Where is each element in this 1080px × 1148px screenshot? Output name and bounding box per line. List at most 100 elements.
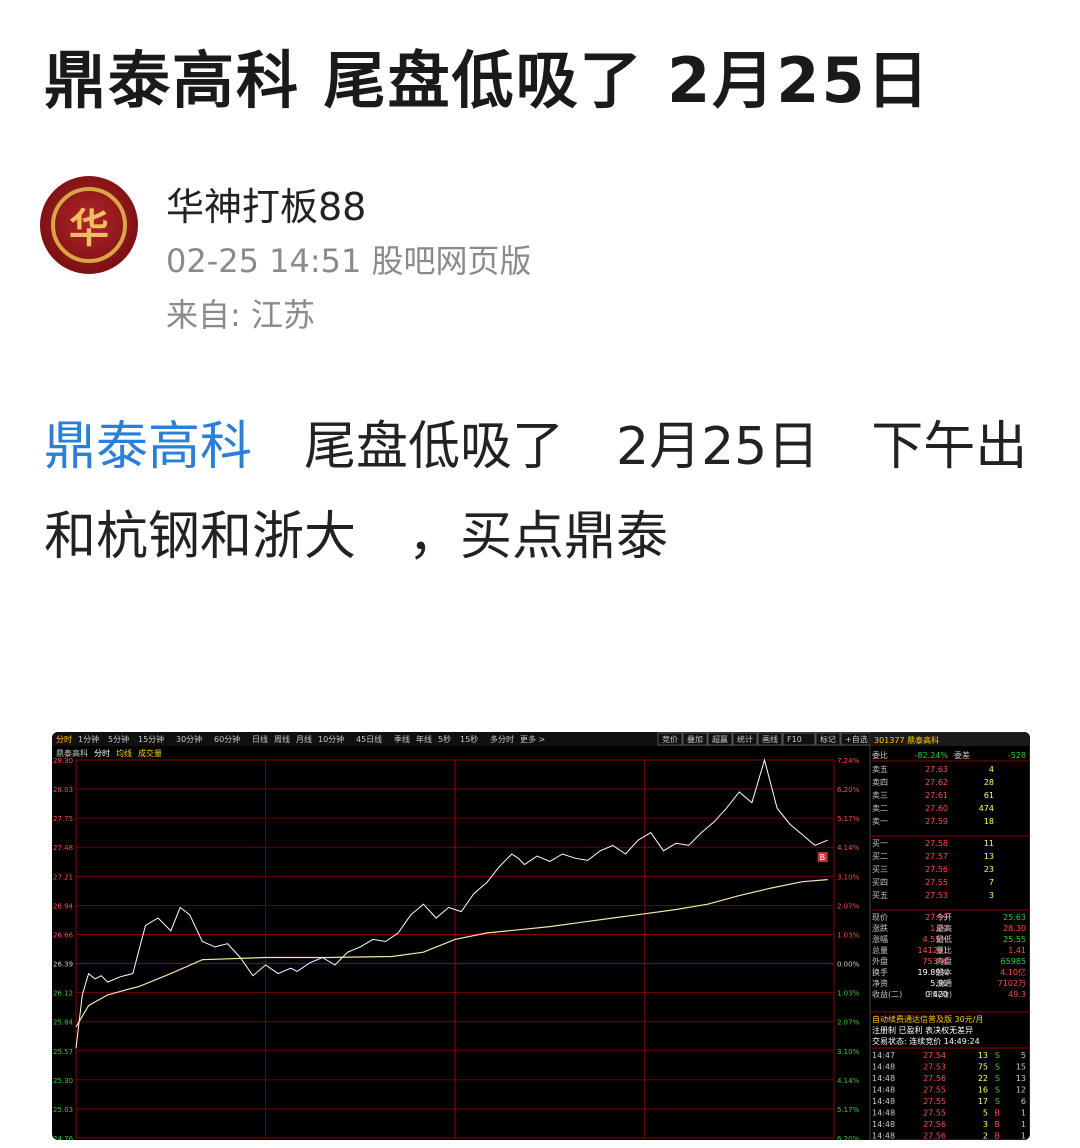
right-btn-0[interactable]: 竞价 — [662, 734, 678, 744]
tab-2[interactable]: 5分钟 — [108, 734, 129, 744]
y-tick-label: 26.39 — [53, 961, 73, 969]
bid-volume: 3 — [989, 891, 994, 900]
stock-terminal: 分时 1分钟 5分钟 15分钟 30分钟 60分钟 日线 周线 月线 10分钟 45日线 季线 年线 5秒… — [52, 732, 1030, 1140]
bid-price: 27.58 — [925, 839, 948, 848]
trade-count: 1 — [1021, 1120, 1026, 1129]
bid-price: 27.56 — [925, 865, 948, 874]
right-btn-1[interactable]: 叠加 — [687, 734, 703, 744]
bid-label: 买四 — [872, 878, 888, 887]
trade-count: 13 — [1016, 1074, 1026, 1083]
tab-5[interactable]: 60分钟 — [214, 734, 240, 744]
pct-tick-label: 7.24% — [837, 757, 860, 765]
ask-label: 卖四 — [872, 778, 888, 787]
stat-label: 净资 — [872, 978, 888, 988]
trade-volume: 22 — [978, 1074, 988, 1083]
post-title: 鼎泰高科 尾盘低吸了 2月25日 — [44, 44, 931, 117]
trade-time: 14:48 — [872, 1086, 895, 1095]
ask-volume: 18 — [984, 817, 994, 826]
tab-7[interactable]: 周线 — [274, 734, 290, 744]
right-btn-4[interactable]: 画线 — [762, 734, 778, 744]
trade-time: 14:48 — [872, 1074, 895, 1083]
tab-15[interactable]: 多分时 — [490, 734, 514, 744]
right-btn-2[interactable]: 超赢 — [712, 734, 728, 744]
weibi-value: -82.24% — [915, 751, 949, 760]
ask-volume: 474 — [979, 804, 994, 813]
series-price-line — [75, 758, 828, 1049]
y-tick-label: 26.12 — [53, 990, 73, 998]
weidiff-label: 委差 — [954, 750, 970, 760]
right-btn-7[interactable]: +自选 — [845, 734, 868, 744]
ask-price: 27.61 — [925, 791, 948, 800]
pct-tick-label: 1.03% — [837, 931, 860, 939]
post-meta: 02-25 14:51 股吧网页版 — [166, 242, 532, 280]
author-name[interactable]: 华神打板88 — [166, 176, 366, 231]
trade-price: 27.56 — [923, 1132, 946, 1141]
tab-11[interactable]: 季线 — [394, 734, 410, 744]
tab-0[interactable]: 分时 — [56, 734, 72, 744]
trade-count: 15 — [1016, 1063, 1026, 1072]
right-btn-5[interactable]: F10 — [787, 735, 802, 744]
right-btn-6[interactable]: 标记 — [820, 734, 836, 744]
tab-8[interactable]: 月线 — [296, 734, 312, 744]
post-body: 鼎泰高科 尾盘低吸了 2月25日 下午出和杭钢和浙大 ，买点鼎泰 — [44, 402, 1044, 582]
series-avg-line — [75, 879, 828, 1028]
pct-tick-label: 3.10% — [837, 873, 860, 881]
right-btn-3[interactable]: 统计 — [737, 734, 753, 744]
trade-side: B — [995, 1120, 1001, 1129]
y-tick-label: 28.30 — [53, 757, 73, 765]
tab-14[interactable]: 15秒 — [460, 734, 478, 744]
trade-time: 14:48 — [872, 1109, 895, 1118]
stat-label-2: 流通 — [936, 978, 952, 988]
legend-1: 分时 — [94, 748, 110, 758]
ask-label: 卖二 — [872, 804, 888, 813]
y-tick-label: 27.75 — [53, 815, 73, 823]
author-avatar[interactable]: 华 — [40, 176, 138, 274]
panel-note-1: 注册制 已盈利 表决权无差异 — [872, 1025, 973, 1035]
stat-label: 收益(二) — [872, 989, 902, 999]
tab-9[interactable]: 10分钟 — [318, 734, 344, 744]
weibi-label: 委比 — [872, 750, 888, 760]
bid-price: 27.57 — [925, 852, 948, 861]
trade-price: 27.55 — [923, 1097, 946, 1106]
tab-1[interactable]: 1分钟 — [78, 734, 99, 744]
stat-label: 现价 — [872, 913, 888, 922]
stock-terminal-screenshot: 分时 1分钟 5分钟 15分钟 30分钟 60分钟 日线 周线 月线 10分钟 45日线 季线 年线 5秒… — [52, 732, 1030, 1140]
tab-4[interactable]: 30分钟 — [176, 734, 202, 744]
bid-label: 买二 — [872, 852, 888, 861]
pct-tick-label: 1.03% — [837, 990, 860, 998]
tab-16[interactable]: 更多 > — [520, 734, 545, 744]
legend-3: 成交量 — [138, 748, 162, 758]
pct-tick-label: 6.20% — [837, 1135, 860, 1140]
trade-time: 14:48 — [872, 1132, 895, 1141]
bid-label: 买三 — [872, 865, 888, 874]
trade-volume: 13 — [978, 1051, 988, 1060]
stat-label-2: 今开 — [936, 912, 952, 922]
panel-note-0: 自动续费通达信普及版 30元/月 — [872, 1014, 983, 1024]
trade-price: 27.56 — [923, 1074, 946, 1083]
tab-6[interactable]: 日线 — [252, 734, 268, 744]
weidiff-value: -528 — [1008, 751, 1026, 760]
ask-price: 27.62 — [925, 778, 948, 787]
stat-label-2: 内盘 — [936, 956, 952, 966]
pct-tick-label: 6.20% — [837, 786, 860, 794]
legend-2: 均线 — [116, 748, 132, 758]
stock-link[interactable]: 鼎泰高科 — [44, 417, 252, 477]
tab-12[interactable]: 年线 — [416, 734, 432, 744]
tab-3[interactable]: 15分钟 — [138, 734, 164, 744]
ask-label: 卖一 — [872, 817, 888, 826]
tab-10[interactable]: 45日线 — [356, 734, 382, 744]
trade-side: S — [995, 1063, 1000, 1072]
y-tick-label: 26.94 — [53, 902, 74, 910]
stat-value-2: 25.63 — [1003, 913, 1026, 922]
trade-volume: 2 — [983, 1132, 988, 1141]
pct-tick-label: 2.07% — [837, 1019, 860, 1027]
stock-header: 301377 鼎泰高科 — [874, 735, 939, 745]
stat-label-2: 股本 — [936, 967, 952, 977]
pct-tick-label: 5.17% — [837, 1106, 860, 1114]
trade-volume: 5 — [983, 1109, 988, 1118]
trade-time: 14:47 — [872, 1051, 895, 1060]
bid-label: 买一 — [872, 839, 888, 848]
stat-label: 换手 — [872, 967, 888, 977]
tab-13[interactable]: 5秒 — [438, 734, 451, 744]
trade-price: 27.55 — [923, 1086, 946, 1095]
